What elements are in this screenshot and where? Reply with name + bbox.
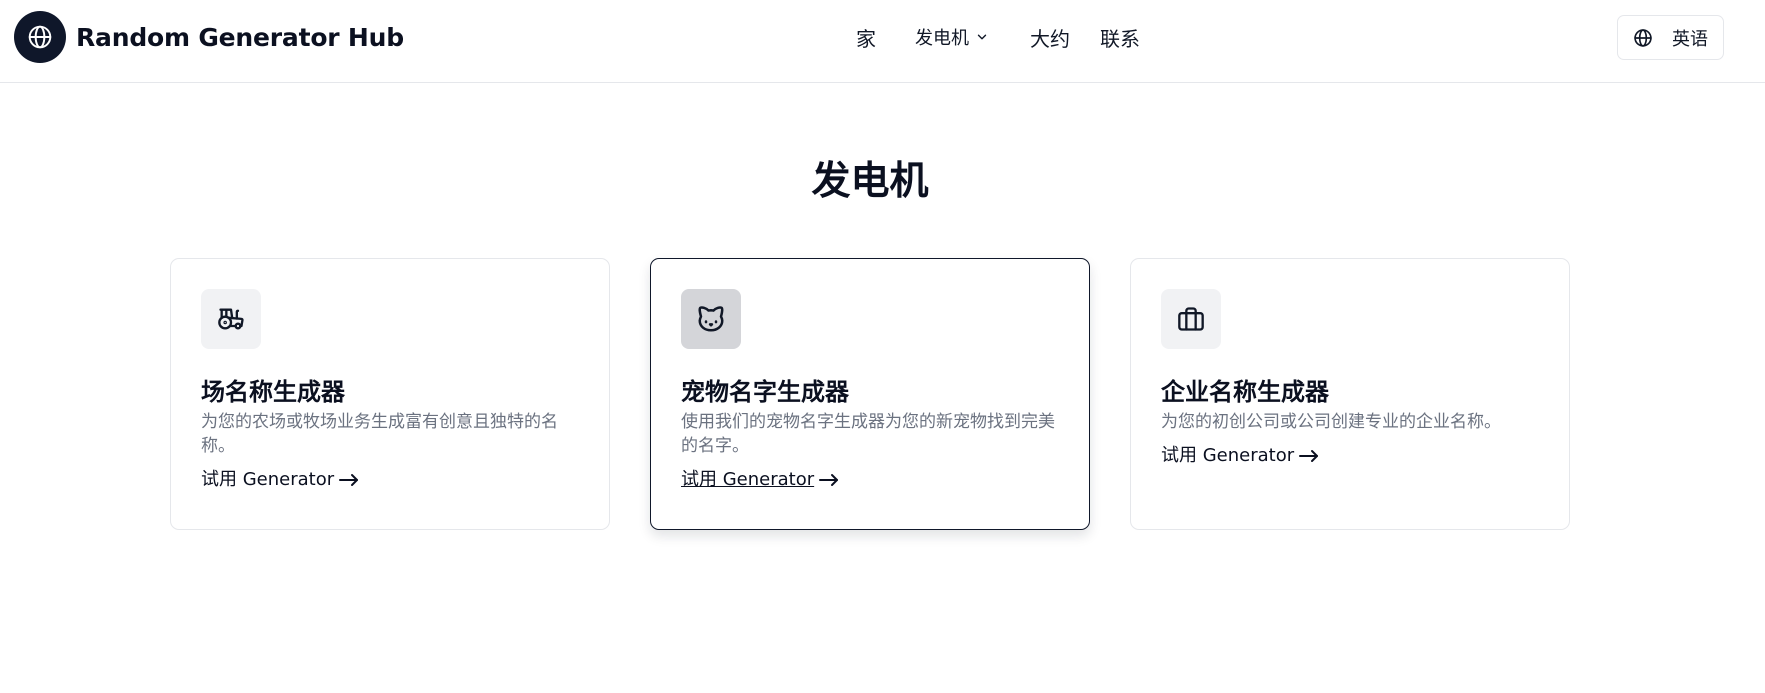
card-description: 使用我们的宠物名字生成器为您的新宠物找到完美的名字。: [681, 412, 1055, 456]
try-generator-link[interactable]: 试用 Generator: [201, 468, 359, 492]
nav-contact[interactable]: 联系: [1100, 22, 1140, 52]
nav-about[interactable]: 大约: [1030, 22, 1070, 52]
arrow-right-icon: [339, 473, 359, 487]
try-generator-label: 试用 Generator: [1161, 445, 1295, 466]
card-description: 为您的初创公司或公司创建专业的企业名称。: [1161, 412, 1501, 432]
generator-card-business[interactable]: 企业名称生成器 为您的初创公司或公司创建专业的企业名称。 试用 Generato…: [1130, 258, 1570, 530]
card-title: 场名称生成器: [201, 378, 345, 406]
card-title: 企业名称生成器: [1161, 378, 1329, 406]
card-description: 为您的农场或牧场业务生成富有创意且独特的名称。: [201, 412, 558, 456]
card-title: 宠物名字生成器: [681, 378, 849, 406]
chevron-down-icon: [975, 30, 989, 44]
tractor-icon: [201, 289, 261, 349]
nav-generators-dropdown[interactable]: 发电机: [915, 22, 989, 52]
language-label: 英语: [1672, 28, 1708, 50]
nav-generators-label: 发电机: [915, 28, 969, 49]
cat-icon: [681, 289, 741, 349]
site-header: Random Generator Hub 家 发电机 大约 联系 英语: [0, 0, 1765, 83]
globe-icon: [1633, 28, 1653, 48]
try-generator-label: 试用 Generator: [201, 469, 335, 490]
generator-card-pet[interactable]: 宠物名字生成器 使用我们的宠物名字生成器为您的新宠物找到完美的名字。 试用 Ge…: [650, 258, 1090, 530]
nav-home[interactable]: 家: [856, 22, 876, 52]
generator-card-farm[interactable]: 场名称生成器 为您的农场或牧场业务生成富有创意且独特的名称。 试用 Genera…: [170, 258, 610, 530]
try-generator-label: 试用 Generator: [681, 469, 815, 490]
globe-icon: [14, 11, 66, 63]
try-generator-link[interactable]: 试用 Generator: [681, 468, 839, 492]
arrow-right-icon: [819, 473, 839, 487]
briefcase-icon: [1161, 289, 1221, 349]
brand-home-link[interactable]: Random Generator Hub: [14, 11, 404, 63]
language-switcher-button[interactable]: 英语: [1617, 15, 1724, 60]
try-generator-link[interactable]: 试用 Generator: [1161, 444, 1319, 468]
arrow-right-icon: [1299, 449, 1319, 463]
brand-name: Random Generator Hub: [76, 22, 404, 52]
page-title: 发电机: [811, 159, 929, 204]
